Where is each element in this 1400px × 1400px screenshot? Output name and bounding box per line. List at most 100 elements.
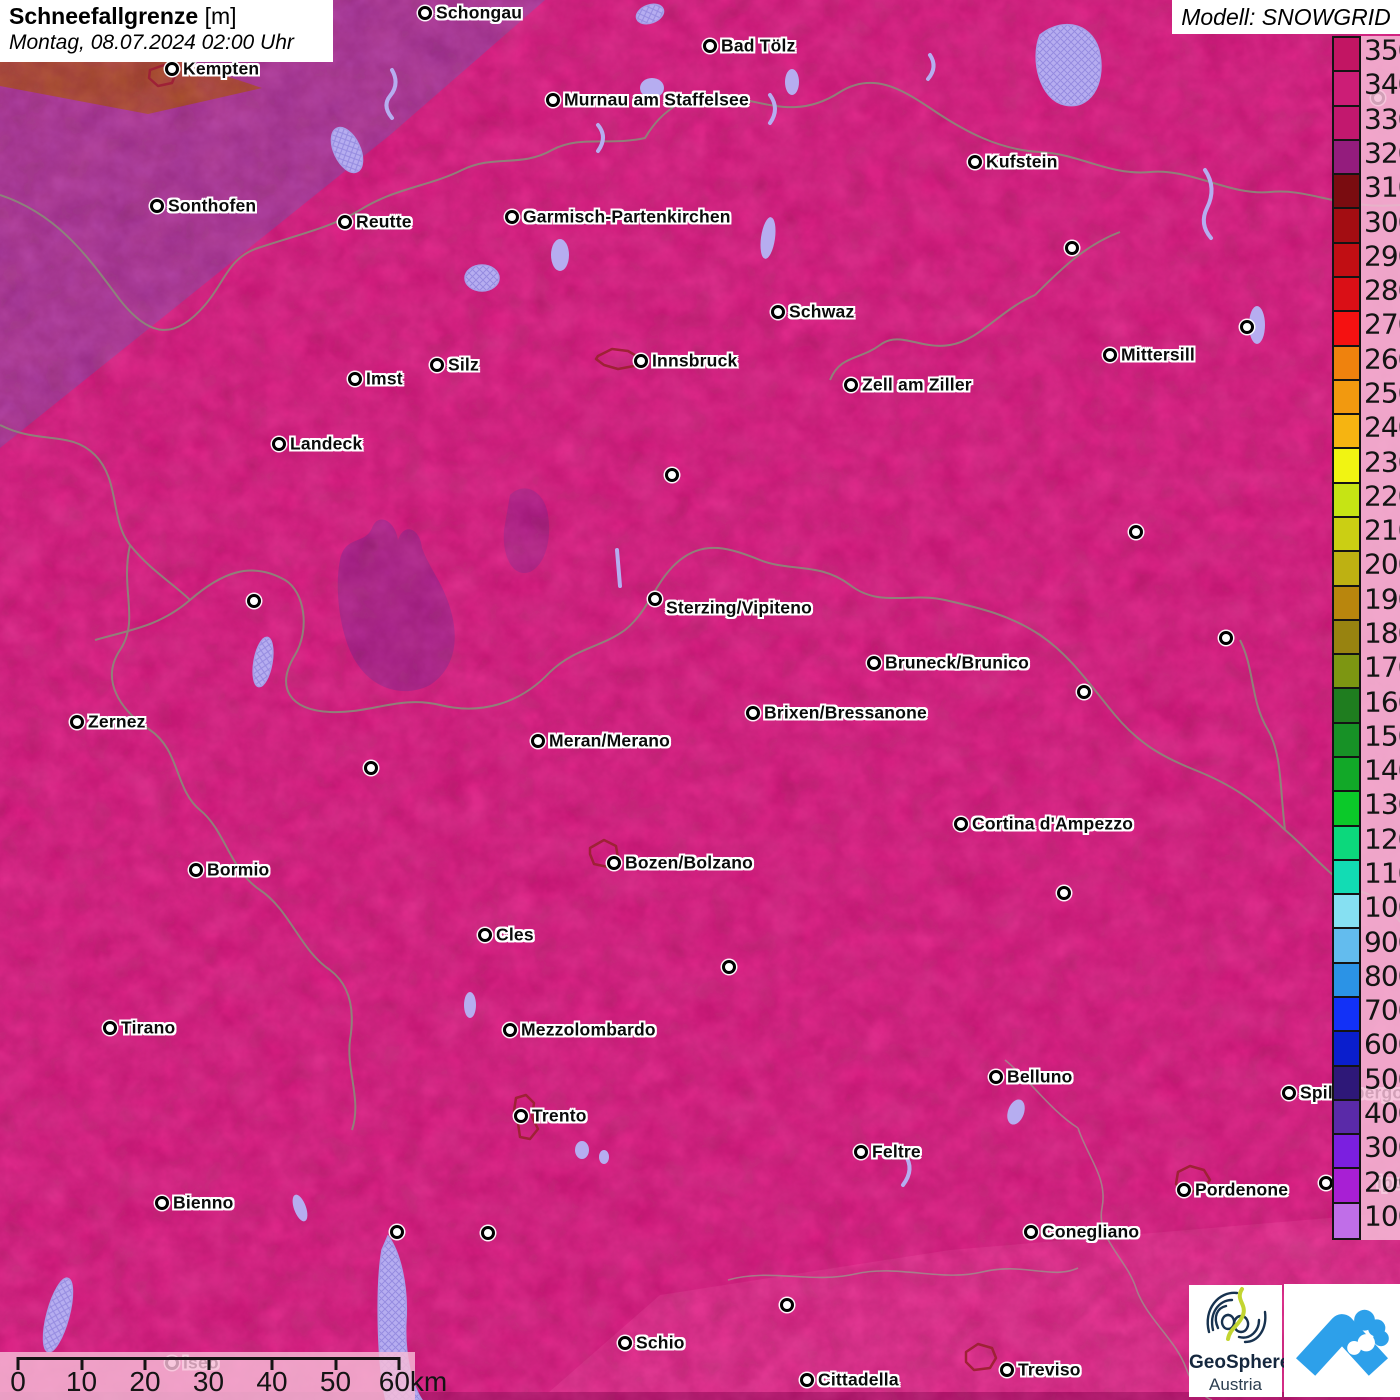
legend-tick-label: 2200 <box>1364 479 1400 513</box>
town-dot <box>514 1109 528 1123</box>
town-label: Treviso <box>1018 1359 1081 1380</box>
legend-segment-1900 <box>1334 586 1359 621</box>
legend-tick-label: 800 <box>1364 959 1400 993</box>
legend-segment-900 <box>1334 929 1359 964</box>
snowfall-limit-map: Schongau Bad Tölz Kempten Murnau am Staffel… <box>0 0 1400 1400</box>
town-dot <box>844 378 858 392</box>
mountain-cloud-icon <box>1295 1309 1389 1376</box>
legend-tick-label: 500 <box>1364 1062 1400 1096</box>
legend-segment-2700 <box>1334 312 1359 347</box>
title-datetime: Montag, 08.07.2024 02:00 Uhr <box>9 31 294 54</box>
town-label: Landeck <box>290 433 363 454</box>
town-dot <box>165 62 179 76</box>
town-dot <box>546 93 560 107</box>
legend-tick-label: 3500 <box>1364 33 1400 67</box>
town-label: Bad Tölz <box>721 35 796 56</box>
town-dot <box>1024 1225 1038 1239</box>
town-dot <box>618 1336 632 1350</box>
title-text: Schneefallgrenze <box>9 3 199 29</box>
legend-tick-label: 1700 <box>1364 650 1400 684</box>
legend-tick-label: 2500 <box>1364 376 1400 410</box>
legend-tick-label: 400 <box>1364 1096 1400 1130</box>
town-label: Mittersill <box>1121 344 1195 365</box>
town-dot <box>418 6 432 20</box>
legend-segment-1500 <box>1334 723 1359 758</box>
town-label: Meran/Merano <box>549 730 671 751</box>
model-box: Modell: SNOWGRID <box>1172 0 1400 34</box>
town-dot <box>867 656 881 670</box>
town-label: Brixen/Bressanone <box>764 702 927 723</box>
legend-segment-500 <box>1334 1066 1359 1101</box>
scale-bar: 0 10 20 30 40 50 60km <box>0 1352 447 1400</box>
town-label: Belluno <box>1007 1066 1073 1087</box>
town-label: Cles <box>496 924 534 945</box>
legend-segment-300 <box>1334 1135 1359 1170</box>
town-label: Cittadella <box>818 1369 899 1390</box>
town-label: Silz <box>448 354 479 375</box>
town-dot <box>505 210 519 224</box>
legend-tick-label: 2100 <box>1364 513 1400 547</box>
legend-tick-label: 900 <box>1364 925 1400 959</box>
town-dot <box>481 1226 495 1240</box>
town-label: Sonthofen <box>168 195 257 216</box>
town-dot <box>1240 320 1254 334</box>
legend-tick-label: 1600 <box>1364 685 1400 719</box>
town-label: Zell am Ziller <box>862 374 972 395</box>
town-dot <box>364 761 378 775</box>
legend-tick-label: 3300 <box>1364 102 1400 136</box>
town-label: Schongau <box>436 2 523 23</box>
town-label: Schwaz <box>789 301 855 322</box>
town-dot <box>348 372 362 386</box>
legend-tick-label: 1300 <box>1364 787 1400 821</box>
town-label: Schio <box>636 1332 685 1353</box>
town-dot <box>189 863 203 877</box>
town-label: Mezzolombardo <box>521 1019 656 1040</box>
legend-segment-3200 <box>1334 140 1359 176</box>
legend-tick-label: 2900 <box>1364 239 1400 273</box>
town-dot <box>1065 241 1079 255</box>
legend-segment-2900 <box>1334 243 1359 278</box>
town-layer: Schongau Bad Tölz Kempten Murnau am Staffel… <box>0 0 1400 1400</box>
town-label: Reutte <box>356 211 412 232</box>
legend-tick-label: 700 <box>1364 993 1400 1027</box>
scalebar-label: 0 <box>10 1366 26 1397</box>
legend-tick-label: 1500 <box>1364 719 1400 753</box>
model-label: Modell: SNOWGRID <box>1181 3 1391 30</box>
town-label: Bienno <box>173 1192 234 1213</box>
town-label: Pordenone <box>1195 1179 1289 1200</box>
town-label: Conegliano <box>1042 1221 1140 1242</box>
legend-segment-3000 <box>1334 209 1359 244</box>
scalebar-label: 20 <box>129 1366 161 1397</box>
legend-segment-2800 <box>1334 278 1359 313</box>
town-dot <box>1129 525 1143 539</box>
town-dot <box>954 817 968 831</box>
town-dot <box>478 928 492 942</box>
scalebar-label: 10 <box>65 1366 98 1397</box>
legend-tick-label: 2000 <box>1364 547 1400 581</box>
legend-segment-3400 <box>1334 72 1359 107</box>
legend-tick-label: 2800 <box>1364 273 1400 307</box>
town-label: Innsbruck <box>652 350 738 371</box>
legend-tick-label: 1200 <box>1364 822 1400 856</box>
legend-tick-label: 1900 <box>1364 582 1400 616</box>
scalebar-label: 30 <box>192 1366 225 1397</box>
legend-tick-label: 200 <box>1364 1165 1400 1199</box>
town-dot <box>390 1225 404 1239</box>
town-label: Trento <box>532 1105 587 1126</box>
town-dot <box>648 592 662 606</box>
town-dot <box>155 1196 169 1210</box>
legend-segment-1400 <box>1334 758 1359 793</box>
legend-segment-1800 <box>1334 620 1359 656</box>
town-dot <box>800 1373 814 1387</box>
legend-tick-label: 2400 <box>1364 410 1400 444</box>
legend-tick-label: 3400 <box>1364 67 1400 101</box>
legend-segment-2000 <box>1334 552 1359 587</box>
town-dot <box>272 437 286 451</box>
legend-tick-label: 2700 <box>1364 307 1400 341</box>
town-label: Bormio <box>207 859 270 880</box>
town-dot <box>338 215 352 229</box>
town-dot <box>607 856 621 870</box>
avalanche-logo-box <box>1284 1284 1400 1397</box>
town-label: Imst <box>366 368 403 389</box>
title-unit: [m] <box>204 3 237 29</box>
